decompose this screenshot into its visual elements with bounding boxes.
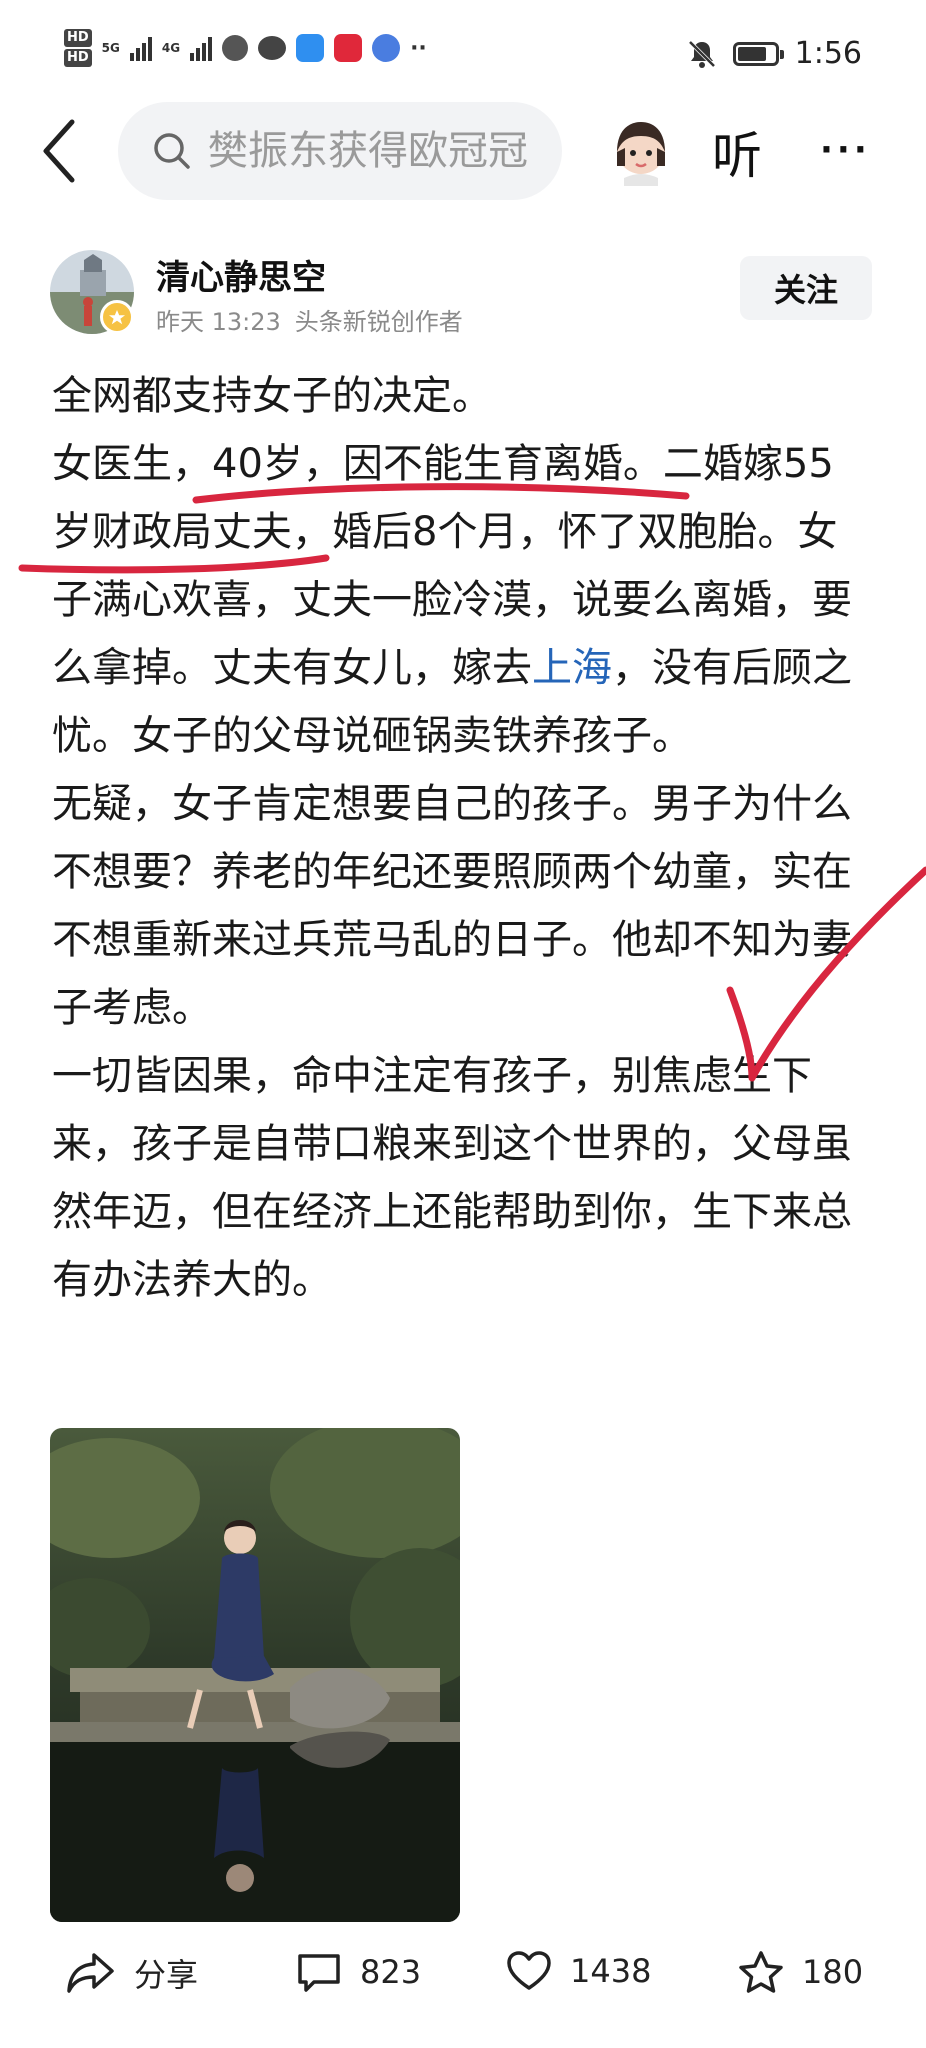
cloud-icon (296, 34, 325, 62)
more-dots-icon: ·· (410, 35, 427, 61)
network-label-2: 4G (161, 41, 181, 55)
search-icon (154, 133, 190, 169)
share-icon (67, 1953, 114, 1993)
clock: 1:56 (794, 36, 862, 71)
search-input[interactable] (206, 127, 530, 175)
status-bar: HD HD 5G 4G ·· 1:56 (0, 0, 926, 110)
more-options-button[interactable]: ··· (820, 130, 871, 170)
article-paragraph: 无疑，女子肯定想要自己的孩子。男子为什么不想要？养老的年纪还要照顾两个幼童，实在… (52, 781, 852, 1031)
article-paragraph: 全网都支持女子的决定。 (52, 373, 492, 419)
author-meta: 昨天 13:23 头条新锐创作者 (156, 302, 463, 337)
article-photo[interactable] (50, 1428, 460, 1922)
star-icon (739, 1951, 783, 1993)
wechat-icon (258, 36, 287, 60)
favorite-count: 180 (802, 1953, 864, 1991)
signal-icon (190, 35, 213, 61)
comment-count: 823 (360, 1953, 422, 1991)
favorite-button[interactable]: 180 (738, 1950, 863, 1994)
listen-button[interactable]: 听 (712, 116, 762, 188)
network-label-1: 5G (101, 41, 120, 55)
blue-app-icon (372, 34, 401, 62)
article-paragraph: 一切皆因果，命中注定有孩子，别焦虑生下来，孩子是自带口粮来到这个世界的，父母虽然… (52, 1053, 852, 1303)
back-arrow-icon[interactable] (40, 118, 80, 184)
share-button[interactable]: 分享 (66, 1950, 198, 1996)
comment-icon (298, 1954, 340, 1992)
battery-icon (732, 41, 784, 66)
comment-button[interactable]: 823 (296, 1950, 421, 1994)
assistant-avatar-icon[interactable] (610, 118, 672, 186)
follow-button[interactable]: 关注 (740, 256, 872, 320)
share-label: 分享 (134, 1956, 199, 1994)
search-bar[interactable] (118, 102, 562, 200)
like-button[interactable]: 1438 (506, 1950, 651, 1992)
signal-icon (129, 35, 152, 61)
like-count: 1438 (570, 1952, 652, 1990)
location-link[interactable]: 上海 (532, 645, 612, 691)
red-app-icon (334, 34, 363, 62)
author-tag: 头条新锐创作者 (294, 308, 463, 336)
creator-badge-icon (100, 300, 134, 334)
mute-icon (688, 40, 716, 68)
status-bar-right: 1:56 (687, 36, 862, 71)
article-body: 全网都支持女子的决定。 女医生，40岁，因不能生育离婚。二婚嫁55岁财政局丈夫，… (52, 362, 872, 1314)
hd-icon: HD HD (64, 28, 92, 68)
app-icon (222, 35, 249, 61)
author-name[interactable]: 清心静思空 (156, 250, 326, 299)
article-paragraph: 女医生，40岁，因不能生育离婚。二婚嫁55岁财政局丈夫，婚后8个月，怀了双胞胎。… (52, 430, 872, 770)
status-bar-left: HD HD 5G 4G ·· (64, 28, 427, 68)
post-time: 昨天 13:23 (156, 308, 281, 336)
heart-icon (507, 1951, 551, 1990)
